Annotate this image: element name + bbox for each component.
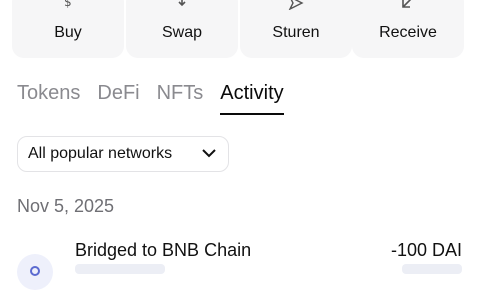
dollar-icon: $ [64, 0, 72, 9]
quick-actions: $ Buy Swap Sturen Receive [0, 0, 480, 60]
tab-tokens[interactable]: Tokens [17, 80, 80, 112]
send-icon [288, 0, 304, 10]
bridge-icon [17, 254, 53, 290]
activity-amount: -100 DAI [390, 240, 462, 260]
svg-text:$: $ [64, 0, 72, 9]
chevron-down-icon [202, 149, 216, 158]
buy-button[interactable]: $ Buy [12, 0, 124, 58]
activity-value-placeholder [402, 264, 462, 274]
tab-bar: Tokens DeFi NFTs Activity [17, 80, 301, 116]
swap-button[interactable]: Swap [126, 0, 238, 58]
receive-arrow-icon [402, 0, 412, 8]
activity-title: Bridged to BNB Chain [75, 240, 252, 260]
tab-nfts[interactable]: NFTs [157, 80, 204, 112]
activity-date-heading: Nov 5, 2025 [17, 196, 115, 216]
buy-label: Buy [54, 24, 82, 41]
tab-defi[interactable]: DeFi [97, 80, 139, 112]
activity-subtitle-placeholder [75, 264, 165, 274]
network-filter-dropdown[interactable]: All popular networks [17, 136, 229, 172]
swap-label: Swap [161, 24, 203, 41]
send-button[interactable]: Sturen [240, 0, 352, 58]
receive-label: Receive [379, 24, 437, 41]
receive-button[interactable]: Receive [352, 0, 464, 58]
swap-arrows-icon [178, 0, 186, 7]
tab-activity[interactable]: Activity [220, 80, 284, 115]
network-filter-label: All popular networks [28, 145, 173, 162]
activity-row[interactable]: Bridged to BNB Chain -100 DAI [0, 232, 480, 290]
send-label: Sturen [272, 24, 320, 41]
